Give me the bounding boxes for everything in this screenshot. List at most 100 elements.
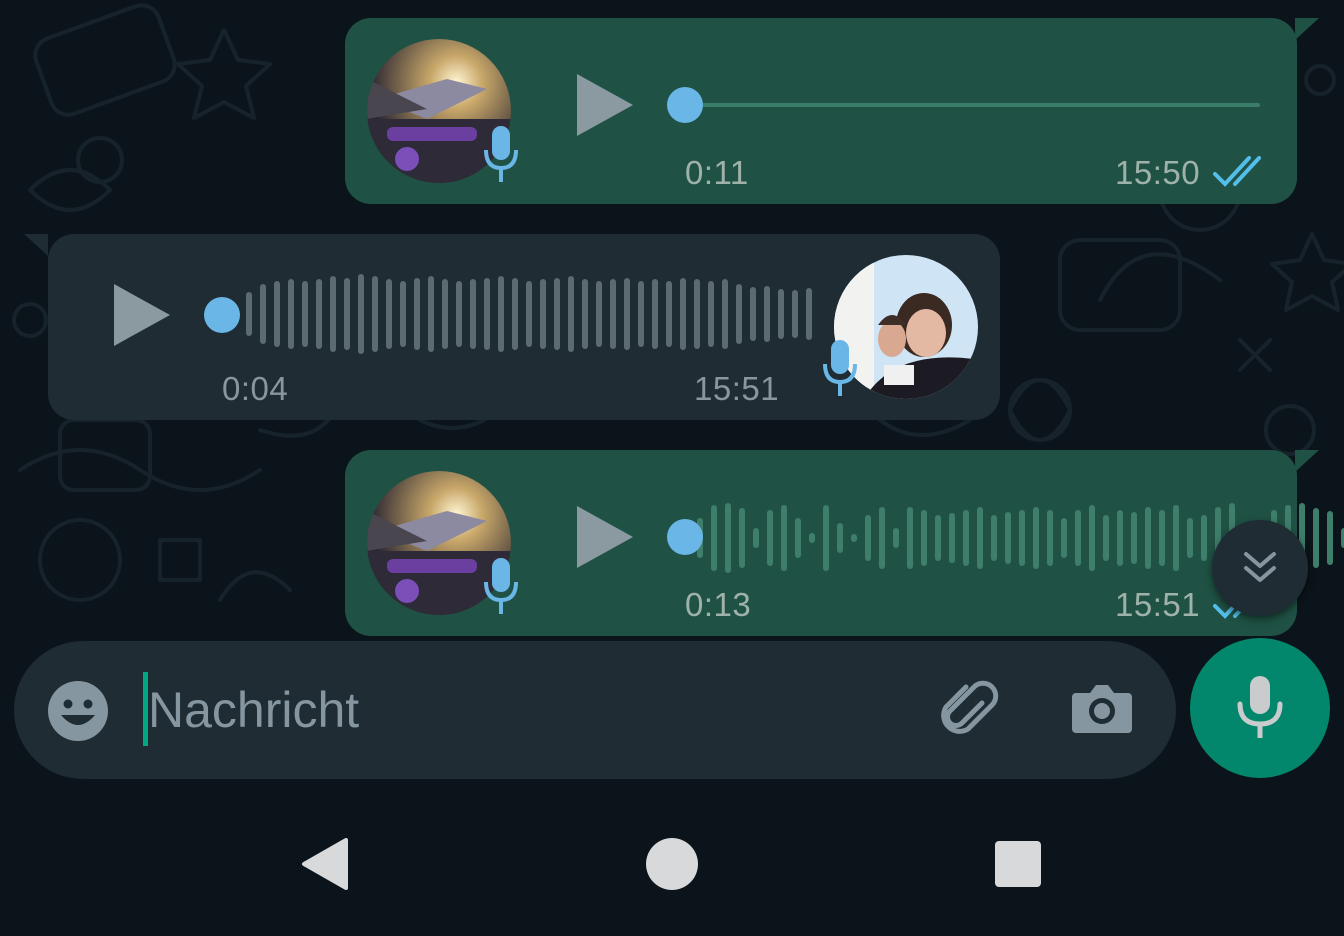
playback-slider-thumb[interactable] <box>667 87 703 123</box>
waveform-bar <box>809 533 815 543</box>
waveform-bar <box>582 279 588 349</box>
waveform-bar <box>823 505 829 571</box>
waveform-bar <box>274 281 280 347</box>
waveform-bar <box>638 281 644 347</box>
waveform-bar <box>1327 511 1333 565</box>
waveform-bar <box>711 505 717 571</box>
waveform-bar <box>806 288 812 340</box>
waveform-bar <box>596 281 602 347</box>
waveform-bar <box>260 284 266 344</box>
waveform-bar <box>316 279 322 349</box>
waveform-bar <box>781 505 787 571</box>
waveform-bar <box>1047 510 1053 566</box>
waveform-bar <box>1159 510 1165 566</box>
back-triangle-icon[interactable] <box>300 838 350 890</box>
waveform-bar <box>246 292 252 336</box>
emoji-icon[interactable] <box>46 679 110 743</box>
voice-duration: 0:04 <box>222 370 289 407</box>
waveform-bar <box>1005 512 1011 564</box>
waveform-bar <box>456 281 462 347</box>
message-timestamp: 15:50 <box>1115 154 1201 191</box>
waveform-bar <box>725 503 731 573</box>
bubble-tail <box>1295 18 1319 40</box>
waveform-bar <box>414 278 420 350</box>
home-circle-icon[interactable] <box>645 837 699 891</box>
waveform-bar <box>568 276 574 352</box>
message-composer[interactable]: Nachricht <box>14 641 1176 779</box>
waveform-bar <box>610 279 616 349</box>
waveform-bar <box>851 534 857 542</box>
play-button[interactable] <box>112 282 172 348</box>
waveform-bar <box>512 278 518 350</box>
voice-message-incoming[interactable]: 0:04 15:51 <box>24 234 1000 420</box>
waveform-bar <box>792 290 798 338</box>
waveform-bar <box>795 518 801 558</box>
waveform-bar <box>386 279 392 349</box>
waveform-bar <box>302 281 308 347</box>
waveform-bar <box>767 510 773 566</box>
message-timestamp: 15:51 <box>1115 586 1201 623</box>
bubble-tail <box>24 234 48 256</box>
waveform-bar <box>750 287 756 341</box>
waveform-bar <box>907 507 913 569</box>
waveform-bar <box>428 276 434 352</box>
camera-icon[interactable] <box>1070 679 1134 739</box>
waveform-bar <box>554 278 560 350</box>
waveform-bar <box>288 279 294 349</box>
playback-track[interactable] <box>685 103 1260 107</box>
waveform-bar <box>708 281 714 347</box>
waveform-bar <box>1103 515 1109 561</box>
play-button[interactable] <box>575 72 635 138</box>
waveform-bar <box>540 279 546 349</box>
waveform-bar <box>935 515 941 561</box>
waveform-bar <box>865 515 871 561</box>
waveform-bar <box>1117 510 1123 566</box>
waveform-bar <box>736 284 742 344</box>
waveform-bar <box>1019 510 1025 566</box>
waveform-bar <box>400 281 406 347</box>
waveform-bar <box>1313 508 1319 568</box>
mic-badge-icon <box>484 558 518 614</box>
double-chevron-down-icon <box>1244 552 1276 582</box>
mic-icon <box>1237 676 1283 738</box>
waveform-bar <box>963 510 969 566</box>
record-voice-button[interactable] <box>1190 638 1330 778</box>
waveform-bar <box>694 279 700 349</box>
waveform-bar <box>1201 515 1207 561</box>
message-input[interactable]: Nachricht <box>148 681 359 739</box>
waveform-bar <box>837 523 843 553</box>
waveform-bar <box>498 276 504 352</box>
recents-square-icon[interactable] <box>995 841 1041 887</box>
waveform-bar <box>652 279 658 349</box>
voice-waveform[interactable] <box>246 274 820 354</box>
mic-badge-icon <box>823 340 857 396</box>
waveform-bar <box>753 528 759 548</box>
waveform-bar <box>624 278 630 350</box>
voice-message-outgoing[interactable]: 0:11 15:50 <box>345 18 1319 204</box>
attach-icon[interactable] <box>938 677 1004 743</box>
waveform-bar <box>1187 518 1193 558</box>
waveform-bar <box>722 279 728 349</box>
waveform-bar <box>778 289 784 339</box>
waveform-bar <box>666 281 672 347</box>
voice-duration: 0:13 <box>685 586 752 623</box>
voice-duration: 0:11 <box>685 154 749 191</box>
mic-badge-icon <box>484 126 518 182</box>
playback-slider-thumb[interactable] <box>667 519 703 555</box>
waveform-bar <box>879 507 885 569</box>
waveform-bar <box>330 276 336 352</box>
waveform-bar <box>1089 505 1095 571</box>
waveform-bar <box>372 276 378 352</box>
voice-message-outgoing[interactable]: 0:13 15:51 <box>345 450 1344 636</box>
play-button[interactable] <box>575 504 635 570</box>
waveform-bar <box>1131 512 1137 564</box>
waveform-bar <box>949 513 955 563</box>
playback-slider-thumb[interactable] <box>204 297 240 333</box>
waveform-bar <box>484 278 490 350</box>
bubble-tail <box>1295 450 1319 472</box>
scroll-to-bottom-button[interactable] <box>1212 520 1308 616</box>
waveform-bar <box>344 278 350 350</box>
waveform-bar <box>893 528 899 548</box>
system-navigation-bar <box>0 792 1344 936</box>
waveform-bar <box>739 508 745 568</box>
